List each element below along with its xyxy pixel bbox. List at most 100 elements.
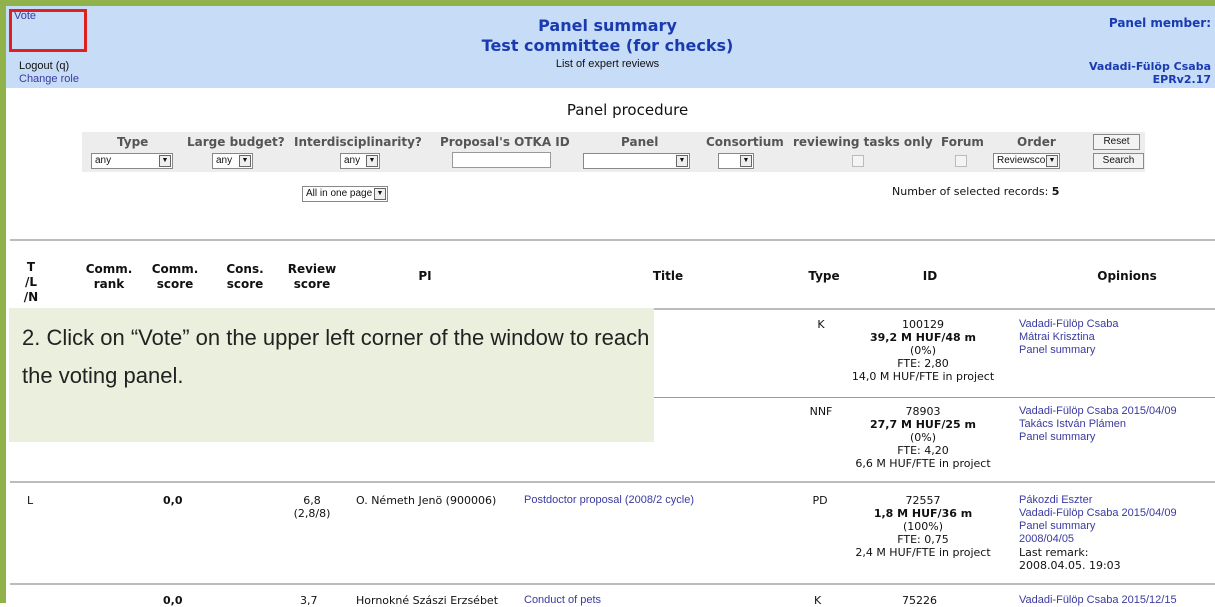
row3-id-cell: 72557 1,8 M HUF/36 m (100%) FTE: 0,75 2,… xyxy=(838,494,1008,559)
col-id[interactable]: ID xyxy=(915,269,945,284)
search-button[interactable]: Search xyxy=(1093,153,1144,169)
member-name: Vadadi-Fülöp Csaba xyxy=(1088,60,1211,73)
col-cons-score-line: Cons. xyxy=(226,262,264,276)
type-select-value: any xyxy=(95,155,112,166)
row2-opinions: Vadadi-Fülöp Csaba 2015/04/09 Takács Ist… xyxy=(1019,405,1215,444)
table-top-rule xyxy=(10,239,1215,241)
col-pi[interactable]: PI xyxy=(405,269,445,284)
col-cons-score-line: score xyxy=(226,277,264,291)
col-comm-rank-line: Comm. xyxy=(85,262,133,276)
opinion-link[interactable]: Vadadi-Fülöp Csaba 2015/04/09 xyxy=(1019,405,1215,418)
page-title: Panel summary Test committee (for checks… xyxy=(0,16,1215,56)
records-number: 5 xyxy=(1051,185,1060,198)
row2-id-cell: 78903 27,7 M HUF/25 m (0%) FTE: 4,20 6,6… xyxy=(838,405,1008,470)
section-label: List of expert reviews xyxy=(555,58,660,70)
row3-per-fte: 2,4 M HUF/FTE in project xyxy=(855,546,991,559)
row4-title-link[interactable]: Conduct of pets xyxy=(524,594,601,607)
panel-summary-link[interactable]: Panel summary xyxy=(1019,520,1215,533)
reset-button[interactable]: Reset xyxy=(1093,134,1140,150)
interdisciplinarity-select[interactable]: any ▼ xyxy=(340,153,380,169)
type-select[interactable]: any ▼ xyxy=(91,153,173,169)
reviewing-tasks-label: reviewing tasks only xyxy=(793,135,933,149)
row3-budget: 1,8 M HUF/36 m xyxy=(873,507,973,520)
row2-id[interactable]: 78903 xyxy=(838,405,1008,418)
opinion-link[interactable]: Vadadi-Fülöp Csaba 2015/12/15 xyxy=(1019,594,1177,607)
row2-type: NNF xyxy=(809,405,833,418)
consortium-label: Consortium xyxy=(706,135,784,149)
row-divider xyxy=(10,583,1215,585)
interdisciplinarity-value: any xyxy=(344,155,361,166)
col-comm-rank[interactable]: Comm. rank xyxy=(85,262,133,292)
col-comm-score-line: score xyxy=(156,277,194,291)
row1-id[interactable]: 100129 xyxy=(838,318,1008,331)
col-cons-score[interactable]: Cons. score xyxy=(223,262,267,292)
col-type[interactable]: Type xyxy=(801,269,847,284)
row2-per-fte: 6,6 M HUF/FTE in project xyxy=(855,457,991,470)
panel-select[interactable]: ▼ xyxy=(583,153,690,169)
chevron-down-icon: ▼ xyxy=(740,155,752,167)
row3-id[interactable]: 72557 xyxy=(838,494,1008,507)
col-opinions[interactable]: Opinions xyxy=(1092,269,1162,284)
row3-title-link[interactable]: Postdoctor proposal (2008/2 cycle) xyxy=(524,494,694,507)
panel-filter-label: Panel xyxy=(621,135,659,149)
row4-type: K xyxy=(814,594,822,607)
subtitle-line: Test committee (for checks) xyxy=(481,36,734,55)
procedure-title: Panel procedure xyxy=(566,101,689,119)
records-label: Number of selected records: xyxy=(892,185,1049,198)
row1-pct: (0%) xyxy=(909,344,937,357)
type-filter-label: Type xyxy=(117,135,149,149)
large-budget-select[interactable]: any ▼ xyxy=(212,153,253,169)
row3-review-value: 6,8 xyxy=(303,494,321,507)
col-review-score[interactable]: Review score xyxy=(283,262,341,292)
instruction-text: 2. Click on “Vote” on the upper left cor… xyxy=(22,325,650,388)
chevron-down-icon: ▼ xyxy=(374,188,386,200)
col-title[interactable]: Title xyxy=(638,269,698,284)
row3-pct: (100%) xyxy=(902,520,944,533)
panel-summary-link[interactable]: Panel summary xyxy=(1019,344,1215,357)
panel-member-label: Panel member: xyxy=(1108,16,1211,30)
row1-budget: 39,2 M HUF/48 m xyxy=(869,331,976,344)
chevron-down-icon: ▼ xyxy=(159,155,171,167)
window-frame-left xyxy=(0,0,6,603)
chevron-down-icon: ▼ xyxy=(676,155,688,167)
reviewing-tasks-checkbox[interactable] xyxy=(852,155,864,167)
otka-id-input[interactable] xyxy=(452,152,551,168)
row3-tln: L xyxy=(27,494,34,507)
col-tln-line: /L xyxy=(24,275,38,289)
opinion-link[interactable]: Mátrai Krisztina xyxy=(1019,331,1215,344)
row1-opinions: Vadadi-Fülöp Csaba Mátrai Krisztina Pane… xyxy=(1019,318,1215,357)
interdisciplinarity-label: Interdisciplinarity? xyxy=(294,135,422,149)
col-review-score-line: Review xyxy=(287,262,337,276)
opinion-link[interactable]: Vadadi-Fülöp Csaba 2015/04/09 xyxy=(1019,507,1215,520)
last-remark-label: Last remark: xyxy=(1019,546,1089,559)
row1-id-cell: 100129 39,2 M HUF/48 m (0%) FTE: 2,80 14… xyxy=(838,318,1008,383)
row1-fte: FTE: 2,80 xyxy=(897,357,949,370)
row4-review-score: 3,7 xyxy=(300,594,318,607)
chevron-down-icon: ▼ xyxy=(239,155,251,167)
remark-date-link[interactable]: 2008/04/05 xyxy=(1019,533,1215,546)
row1-per-fte: 14,0 M HUF/FTE in project xyxy=(851,370,995,383)
opinion-link[interactable]: Pákozdi Eszter xyxy=(1019,494,1215,507)
large-budget-value: any xyxy=(216,155,233,166)
order-select[interactable]: Reviewscore ▼ xyxy=(993,153,1060,169)
paging-select[interactable]: All in one page ▼ xyxy=(302,186,388,202)
row2-pct: (0%) xyxy=(909,431,937,444)
col-comm-score-line: Comm. xyxy=(151,262,199,276)
row3-pi: O. Németh Jenö (900006) xyxy=(356,494,497,507)
col-tln-line: /N xyxy=(23,290,39,304)
col-tln: T /L /N xyxy=(18,260,44,305)
row4-pi: Hornokné Szászi Erzsébet xyxy=(356,594,499,607)
opinion-link[interactable]: Takács István Plámen xyxy=(1019,418,1215,431)
row3-type: PD xyxy=(812,494,828,507)
panel-summary-link[interactable]: Panel summary xyxy=(1019,431,1215,444)
row-divider xyxy=(10,481,1215,483)
opinion-link[interactable]: Vadadi-Fülöp Csaba xyxy=(1019,318,1215,331)
row4-id[interactable]: 75226 xyxy=(902,594,937,607)
otka-id-label: Proposal's OTKA ID xyxy=(440,135,570,149)
col-comm-score[interactable]: Comm. score xyxy=(150,262,200,292)
col-review-score-line: score xyxy=(293,277,331,291)
logout-link[interactable]: Logout (q) xyxy=(19,60,69,72)
consortium-select[interactable]: ▼ xyxy=(718,153,754,169)
forum-checkbox[interactable] xyxy=(955,155,967,167)
change-role-link[interactable]: Change role xyxy=(19,73,79,85)
